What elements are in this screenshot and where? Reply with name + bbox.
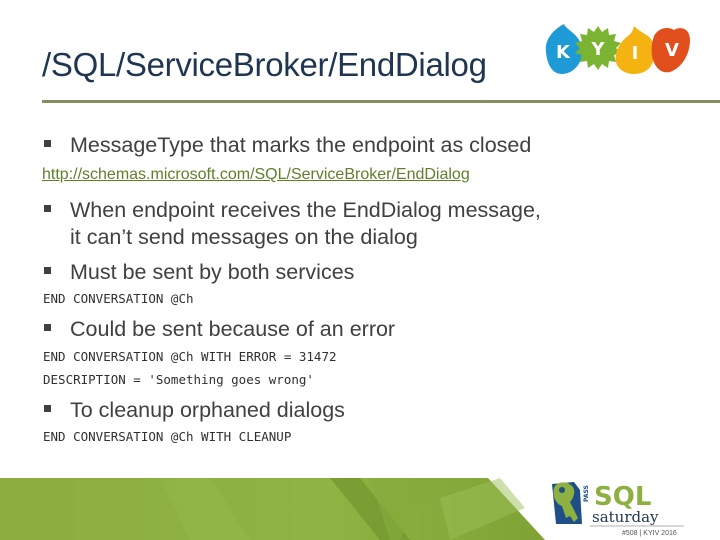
bullet-marker	[44, 204, 51, 212]
bullet-text: To cleanup orphaned dialogs	[70, 398, 345, 422]
bullet-marker	[44, 404, 51, 412]
title-divider	[42, 100, 720, 103]
event-edition-label: #508 | KYIV 2016	[622, 530, 677, 537]
bullet-text: When endpoint receives the EndDialog mes…	[70, 198, 541, 222]
bullet-marker	[44, 139, 51, 147]
kyiv-letter-i: I	[615, 26, 655, 74]
svg-text:I: I	[632, 43, 639, 64]
code-end-conversation: END CONVERSATION @Ch	[43, 291, 194, 306]
bullet-text: MessageType that marks the endpoint as c…	[70, 133, 532, 157]
bullet-marker	[44, 323, 51, 331]
bullet-error: Could be sent because of an error	[44, 316, 395, 343]
bullet-text: Could be sent because of an error	[70, 317, 396, 341]
kyiv-letter-k: K	[545, 24, 583, 74]
bullet-text: Must be sent by both services	[70, 260, 355, 284]
bullet-both-services: Must be sent by both services	[44, 259, 354, 286]
bullet-text-continued: it can’t send messages on the dialog	[70, 225, 418, 249]
sqlsaturday-logo: PASS SQL saturday	[552, 482, 684, 527]
svg-text:PASS: PASS	[583, 485, 590, 502]
bullet-cleanup: To cleanup orphaned dialogs	[44, 397, 345, 424]
svg-text:K: K	[556, 42, 571, 63]
svg-text:Y: Y	[590, 39, 605, 60]
kyiv-logo: K Y I V	[545, 24, 690, 74]
bullet-marker	[44, 266, 51, 274]
code-end-with-cleanup: END CONVERSATION @Ch WITH CLEANUP	[43, 429, 292, 444]
enddialog-schema-link[interactable]: http://schemas.microsoft.com/SQL/Service…	[42, 166, 470, 184]
svg-text:V: V	[665, 40, 679, 61]
key-icon	[552, 482, 582, 524]
kyiv-letter-v: V	[651, 28, 690, 73]
bullet-messagetype: MessageType that marks the endpoint as c…	[44, 132, 531, 159]
slide-title: /SQL/ServiceBroker/EndDialog	[42, 46, 487, 83]
svg-text:saturday: saturday	[592, 508, 659, 526]
bullet-endpoint-receives: When endpoint receives the EndDialog mes…	[44, 197, 541, 251]
code-description: DESCRIPTION = 'Something goes wrong'	[43, 372, 314, 387]
code-end-with-error: END CONVERSATION @Ch WITH ERROR = 31472	[43, 349, 337, 364]
kyiv-letter-y: Y	[575, 26, 621, 70]
